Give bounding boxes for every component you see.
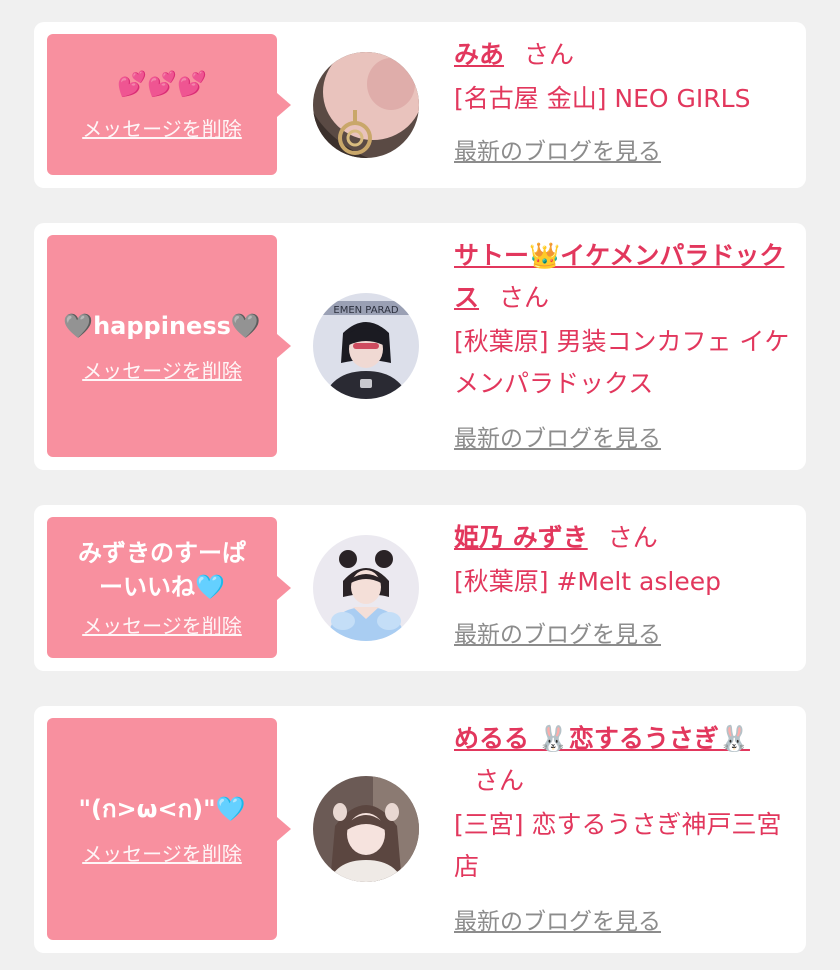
shop-label: [三宮] 恋するうさぎ神戸三宮店 [454,810,782,881]
message-card: 💕💕💕 メッセージを削除 みあ さん [名古屋 金山] NEO GIRLS 最新の… [34,22,806,188]
message-text: 🩶happiness🩶 [63,311,261,340]
honorific: さん [607,523,658,552]
delete-message-link[interactable]: メッセージを削除 [82,355,242,384]
member-name-line: みあ さん [454,34,794,76]
shop-label: [秋葉原] 男装コンカフェ イケメンパラドックス [454,327,790,398]
avatar[interactable] [313,52,419,158]
member-name-line: サトー👑イケメンパラドックス さん [454,235,794,319]
honorific: さん [499,283,550,312]
delete-message-link[interactable]: メッセージを削除 [82,838,242,867]
latest-blog-link[interactable]: 最新のブログを見る [454,419,661,453]
message-bubble: 💕💕💕 メッセージを削除 [47,34,291,175]
member-name-link[interactable]: 姫乃 みずき [454,523,588,552]
shop-label: [名古屋 金山] NEO GIRLS [454,84,751,113]
member-name-line: 姫乃 みずき さん [454,517,794,559]
message-card: みずきのすーぱーいいね🩵 メッセージを削除 姫乃 みずき さん [秋葉原] #Me… [34,505,806,671]
svg-text:EMEN PARAD: EMEN PARAD [333,305,399,316]
member-name-link[interactable]: めるる 🐰恋するうさぎ🐰 [454,724,750,753]
message-text: 💕💕💕 [117,70,207,98]
latest-blog-link[interactable]: 最新のブログを見る [454,902,661,936]
honorific: さん [474,766,525,795]
avatar[interactable] [313,535,419,641]
delete-message-link[interactable]: メッセージを削除 [82,610,242,639]
member-info: 姫乃 みずき さん [秋葉原] #Melt asleep 最新のブログを見る [454,517,794,649]
shop-label: [秋葉原] #Melt asleep [454,567,721,596]
member-name-line: めるる 🐰恋するうさぎ🐰 さん [454,718,794,802]
member-info: サトー👑イケメンパラドックス さん [秋葉原] 男装コンカフェ イケメンパラドック… [454,235,794,453]
latest-blog-link[interactable]: 最新のブログを見る [454,615,661,649]
member-info: みあ さん [名古屋 金山] NEO GIRLS 最新のブログを見る [454,34,794,166]
honorific: さん [524,40,575,69]
message-text: みずきのすーぱーいいね🩵 [78,539,246,601]
delete-message-link[interactable]: メッセージを削除 [82,113,242,142]
latest-blog-link[interactable]: 最新のブログを見る [454,132,661,166]
message-bubble: 🩶happiness🩶 メッセージを削除 [47,235,291,457]
message-bubble: "(ก>ω<ก)"🩵 メッセージを削除 [47,718,291,940]
avatar[interactable]: EMEN PARAD [313,293,419,399]
message-card: "(ก>ω<ก)"🩵 メッセージを削除 めるる 🐰恋するうさぎ🐰 さん [三宮] … [34,706,806,953]
member-name-link[interactable]: みあ [454,40,504,69]
member-info: めるる 🐰恋するうさぎ🐰 さん [三宮] 恋するうさぎ神戸三宮店 最新のブログを見… [454,718,794,936]
message-text: "(ก>ω<ก)"🩵 [78,794,246,823]
message-list: 💕💕💕 メッセージを削除 みあ さん [名古屋 金山] NEO GIRLS 最新の… [0,0,840,970]
message-card: 🩶happiness🩶 メッセージを削除 EMEN PARAD サトー👑イケメン… [34,223,806,470]
message-bubble: みずきのすーぱーいいね🩵 メッセージを削除 [47,517,291,658]
avatar[interactable] [313,776,419,882]
